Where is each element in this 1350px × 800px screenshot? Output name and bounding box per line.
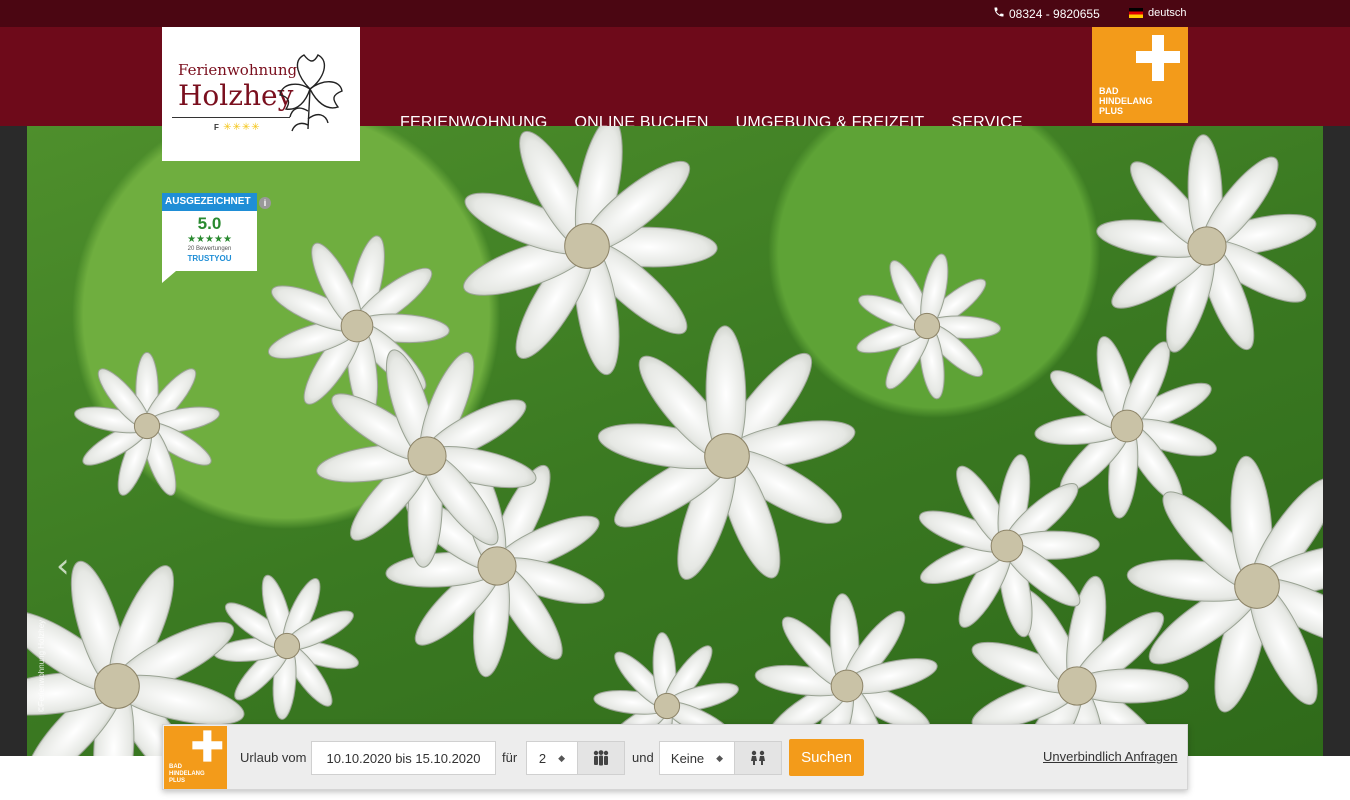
adults-icon [577,741,625,775]
logo-rating: F ✳✳✳✳ [214,122,261,133]
phone-number: 08324 - 9820655 [1009,6,1100,21]
phone-icon [993,6,1005,21]
slider-prev-arrow[interactable]: ‹ [56,546,70,586]
language-selector[interactable]: deutsch [1129,7,1187,19]
children-icon [734,741,782,775]
trust-brand: TRUSTYOU [187,254,232,263]
label-and: und [632,750,654,765]
plus-icon [1136,35,1180,81]
booking-bhp-logo: BAD HINDELANG PLUS [164,726,227,789]
info-icon[interactable]: i [259,197,271,209]
adults-select[interactable]: 2 ◆ [526,741,578,775]
trust-tail [162,271,176,283]
top-bar: 08324 - 9820655 deutsch [0,0,1350,27]
site-logo[interactable]: Ferienwohnung Holzhey F ✳✳✳✳ [162,27,360,161]
badge-text: BAD HINDELANG PLUS [1099,86,1153,116]
children-people-icon [751,750,765,765]
bad-hindelang-plus-badge[interactable]: BAD HINDELANG PLUS [1092,27,1188,123]
select-caret-icon: ◆ [558,752,566,763]
date-range-input[interactable]: 10.10.2020 bis 15.10.2020 [311,741,496,775]
children-select[interactable]: Keine ◆ [659,741,735,775]
gentian-flower-icon [279,54,343,132]
label-for: für [502,750,518,765]
group-people-icon [593,750,609,766]
trust-award: AUSGEZEICHNET [162,193,257,211]
booking-bar: BAD HINDELANG PLUS Urlaub vom 10.10.2020… [162,724,1188,790]
select-caret-icon: ◆ [716,752,724,763]
german-flag-icon [1129,8,1143,18]
search-button[interactable]: Suchen [789,739,864,776]
trust-stars: ★★★★★ [187,234,232,245]
trust-review-count: 20 Bewertungen [187,246,232,252]
trustyou-badge[interactable]: AUSGEZEICHNET 5.0 ★★★★★ 20 Bewertungen T… [162,193,257,283]
label-vacation: Urlaub vom [240,750,307,765]
inquire-link[interactable]: Unverbindlich Anfragen [1043,749,1177,764]
language-label: deutsch [1148,7,1187,19]
photo-copyright: ©Ferienwohnung Holzhey [37,619,46,712]
trust-score: 5.0 [197,214,222,233]
phone-link[interactable]: 08324 - 9820655 [993,6,1100,21]
plus-icon [192,730,223,762]
